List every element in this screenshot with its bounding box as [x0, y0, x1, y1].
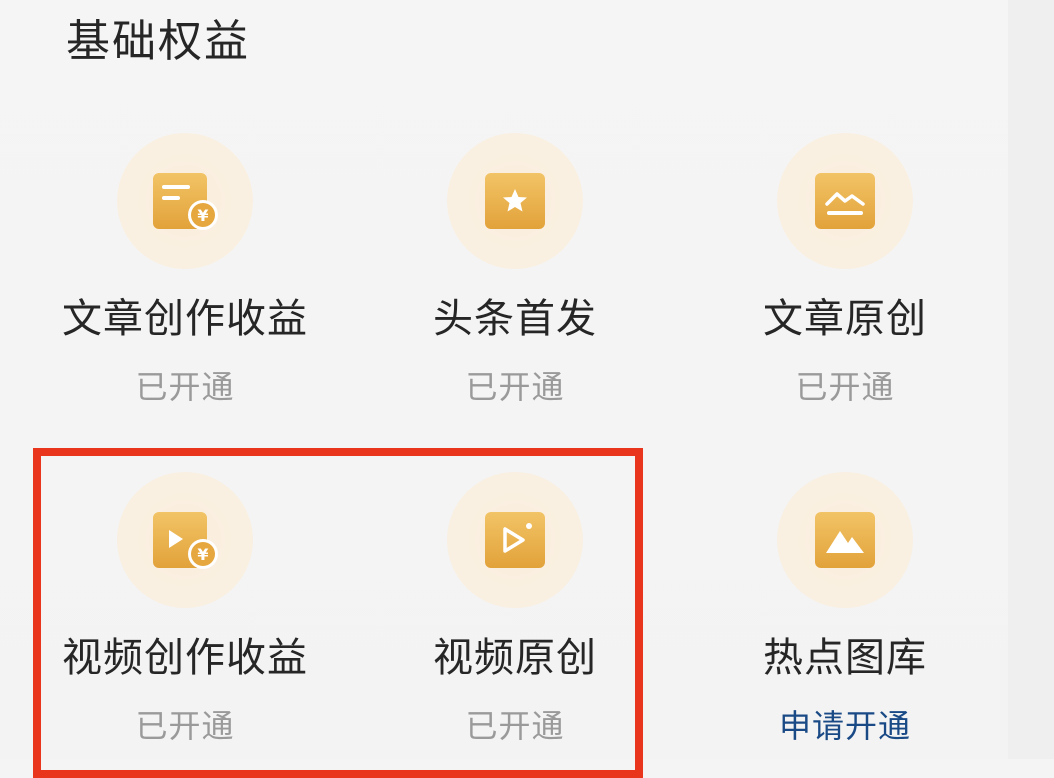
mountain-image-icon — [815, 512, 875, 568]
benefit-name: 文章创作收益 — [62, 296, 308, 342]
benefit-article-income[interactable]: ¥ 文章创作收益 已开通 — [20, 133, 350, 433]
benefits-page: 基础权益 ¥ 文章创作收益 已开通 头条首发 已开通 文章原创 已开通 ¥ 视频… — [0, 0, 1054, 778]
svg-text:¥: ¥ — [197, 545, 208, 564]
benefit-status: 已开通 — [135, 368, 235, 406]
benefit-status: 已开通 — [135, 707, 235, 745]
benefit-name: 视频原创 — [433, 635, 597, 681]
benefit-name: 视频创作收益 — [62, 635, 308, 681]
benefit-article-original[interactable]: 文章原创 已开通 — [680, 133, 1010, 433]
benefit-video-original[interactable]: 视频原创 已开通 — [350, 472, 680, 772]
icon-circle — [447, 472, 583, 608]
video-income-icon: ¥ — [153, 512, 218, 569]
icon-circle: ¥ — [117, 472, 253, 608]
right-edge — [1008, 0, 1054, 759]
benefit-name: 头条首发 — [433, 296, 597, 342]
section-title: 基础权益 — [66, 16, 250, 67]
star-icon — [485, 173, 545, 229]
icon-circle — [447, 133, 583, 269]
svg-text:¥: ¥ — [197, 206, 208, 225]
video-play-icon — [485, 512, 545, 568]
apply-link[interactable]: 申请开通 — [680, 704, 1010, 748]
article-income-icon: ¥ — [153, 173, 218, 230]
benefit-status: 已开通 — [465, 368, 565, 406]
benefit-name: 热点图库 — [763, 635, 927, 681]
chart-line-icon — [815, 173, 875, 229]
benefit-name: 文章原创 — [763, 296, 927, 342]
benefit-status: 已开通 — [795, 368, 895, 406]
icon-circle: ¥ — [117, 133, 253, 269]
icon-circle — [777, 133, 913, 269]
benefit-status: 已开通 — [465, 707, 565, 745]
benefit-hot-gallery[interactable]: 热点图库 申请开通 — [680, 472, 1010, 772]
icon-circle — [777, 472, 913, 608]
benefit-video-income[interactable]: ¥ 视频创作收益 已开通 — [20, 472, 350, 772]
benefit-headline-first[interactable]: 头条首发 已开通 — [350, 133, 680, 433]
